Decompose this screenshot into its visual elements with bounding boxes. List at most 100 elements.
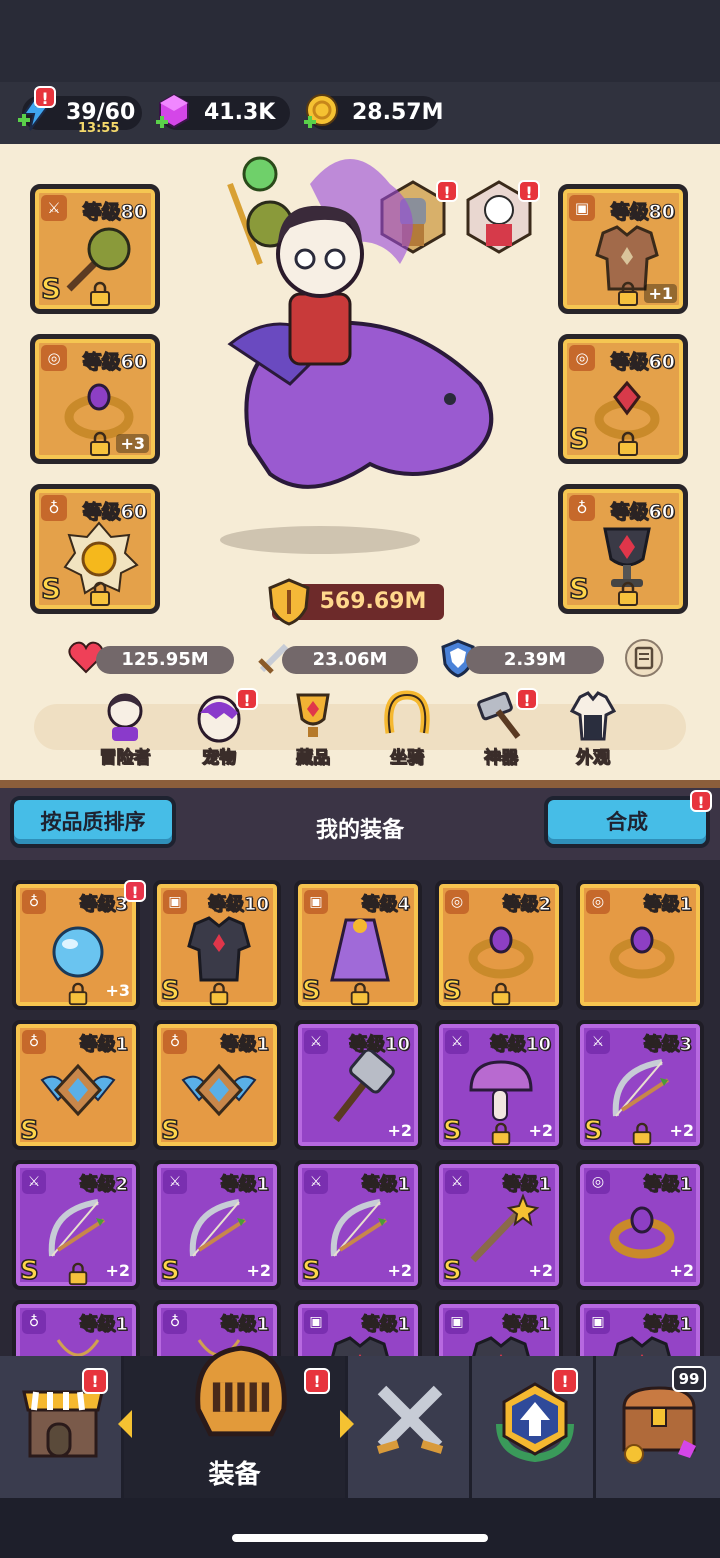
equipment-item[interactable]: ◎ 等级1: [576, 880, 704, 1010]
mushroom-icon: [469, 1060, 533, 1121]
equip-slot-ring-2[interactable]: ◎ 等级60 S: [558, 334, 688, 464]
energy-timer: 13:55: [78, 121, 120, 136]
menu-label: 神器: [484, 748, 519, 769]
upgrade-plus: +2: [387, 1121, 412, 1140]
tab-equipment-label: 装备: [208, 1460, 261, 1490]
bow-icon: [330, 1199, 388, 1257]
crossed-swords-icon: [376, 1385, 444, 1454]
equipment-item[interactable]: ⚔ 等级2 S +2: [12, 1160, 140, 1290]
new-item-badge: !: [124, 880, 146, 902]
tab-right-arrow-icon[interactable]: [340, 1410, 354, 1438]
lock-icon: [90, 281, 110, 306]
grade-label: S: [301, 1255, 321, 1287]
equipment-title: 我的装备: [315, 818, 404, 843]
menu-label: 藏品: [296, 748, 331, 769]
pet-alert-badge: !: [236, 688, 258, 710]
lock-icon: [68, 1262, 88, 1286]
sword-category-icon: ⚔: [41, 195, 67, 221]
upgrade-plus: +2: [105, 1261, 130, 1280]
equipment-item[interactable]: ⚔ 等级1 S +2: [153, 1160, 281, 1290]
bow-icon: [612, 1059, 670, 1117]
menu-label: 冒险者: [99, 748, 151, 769]
tab-left-arrow-icon[interactable]: [118, 1410, 132, 1438]
necklace-category-icon: ♁: [569, 495, 595, 521]
grade-label: S: [160, 1115, 180, 1147]
stats-detail-icon[interactable]: [624, 638, 664, 678]
grade-label: S: [19, 1255, 39, 1287]
lock-icon: [209, 982, 229, 1006]
bow-icon: [48, 1199, 106, 1257]
ring-category-icon: ◎: [41, 345, 67, 371]
equip-slot-ring[interactable]: ◎ 等级60 +3: [30, 334, 160, 464]
equipment-item[interactable]: ◎ 等级1 +2: [576, 1160, 704, 1290]
equipment-item[interactable]: ⚔ 等级1 S +2: [294, 1160, 422, 1290]
attack-stat: 23.06M: [282, 646, 418, 674]
merge-alert-badge: !: [690, 790, 712, 812]
equipment-item[interactable]: ▣ 等级4 S: [294, 880, 422, 1010]
menu-mount[interactable]: 坐骑: [372, 689, 442, 769]
grade-label: S: [442, 1115, 462, 1147]
lock-icon: [618, 581, 638, 606]
upgrade-plus: +2: [669, 1121, 694, 1140]
gem-icon: [156, 93, 189, 129]
lock-icon: [68, 982, 88, 1006]
grade-label: S: [568, 421, 590, 456]
equip-slot-armor[interactable]: ▣ 等级80 +1: [558, 184, 688, 314]
combat-power-value: 569.69M: [319, 589, 427, 614]
bottom-tab-bar: ! 装备 ! ! 99: [0, 1345, 720, 1498]
ring-category-icon: ◎: [569, 345, 595, 371]
equip-slot-necklace-2[interactable]: ♁ 等级60 S: [558, 484, 688, 614]
equipment-item[interactable]: ⚔ 等级1 S +2: [435, 1160, 563, 1290]
gem-counter[interactable]: 41.3K: [156, 93, 290, 130]
equipment-item[interactable]: ⚔ 等级10 +2: [294, 1020, 422, 1150]
equipment-item[interactable]: ♁ 等级3 +3: [12, 880, 140, 1010]
staff-icon: [470, 1193, 540, 1263]
helmet-icon: [195, 1345, 287, 1437]
hammer-icon: [333, 1050, 395, 1123]
sort-by-quality-button[interactable]: 按品质排序: [10, 796, 176, 848]
armor-icon: [472, 1336, 530, 1356]
equipment-header: 按品质排序 我的装备 合成 !: [0, 780, 720, 860]
hp-stat: 125.95M: [96, 646, 234, 674]
lock-icon: [90, 431, 110, 456]
merge-button[interactable]: 合成: [544, 796, 710, 848]
upgrade-plus: +3: [105, 981, 130, 1000]
equipment-item[interactable]: ▣ 等级10 S: [153, 880, 281, 1010]
equipment-item[interactable]: ◎ 等级2 S: [435, 880, 563, 1010]
menu-appearance[interactable]: 外观: [558, 689, 628, 769]
gold-value: 28.57M: [352, 100, 444, 125]
gold-counter[interactable]: 28.57M: [304, 94, 444, 130]
lock-icon: [618, 281, 638, 306]
upgrade-plus: +2: [246, 1261, 271, 1280]
equipment-item[interactable]: ▣ 等级1: [294, 1300, 422, 1356]
lock-icon: [90, 581, 110, 606]
equipment-item[interactable]: ♁ 等级1 S: [153, 1020, 281, 1150]
menu-adventurer[interactable]: 冒险者: [90, 689, 160, 769]
armor-icon: [613, 1336, 671, 1356]
grade-label: S: [568, 571, 590, 606]
armor-category-icon: ▣: [569, 195, 595, 221]
equipment-grid: ♁ 等级3 +3 ▣ 等级10 S ▣ 等级4 S ◎ 等级2 S ◎ 等级1 ♁ 等级1 S ♁ 等级1 S ⚔ 等级1…: [0, 860, 720, 1356]
upgrade-alert-badge: !: [552, 1368, 578, 1394]
equipment-item[interactable]: ⚔ 等级10 S +2: [435, 1020, 563, 1150]
grade-label: S: [40, 571, 62, 606]
menu-label: 宠物: [202, 748, 237, 769]
game-screen: { "resources": { "energy": {"value": "39…: [0, 0, 720, 1558]
equip-slot-necklace[interactable]: ♁ 等级60 S: [30, 484, 160, 614]
equipment-item[interactable]: ♁ 等级1 S: [12, 1020, 140, 1150]
equipment-item[interactable]: ▣ 等级1: [435, 1300, 563, 1356]
tab-battle[interactable]: [348, 1356, 472, 1498]
necklace-category-icon: ♁: [41, 495, 67, 521]
energy-alert-badge: !: [34, 86, 56, 108]
trophy-icon: [296, 693, 330, 737]
upgrade-plus: +2: [528, 1261, 553, 1280]
ring-icon: [609, 926, 675, 979]
equipment-item[interactable]: ▣ 等级1: [576, 1300, 704, 1356]
equipment-item[interactable]: ♁ 等级1: [12, 1300, 140, 1356]
equipment-item[interactable]: ⚔ 等级3 S +2: [576, 1020, 704, 1150]
amulet-icon: [56, 1339, 100, 1356]
menu-collection[interactable]: 藏品: [278, 689, 348, 769]
equip-slot-weapon[interactable]: ⚔ 等级80 S: [30, 184, 160, 314]
lock-icon: [618, 431, 638, 456]
ring-icon: [609, 1206, 675, 1259]
